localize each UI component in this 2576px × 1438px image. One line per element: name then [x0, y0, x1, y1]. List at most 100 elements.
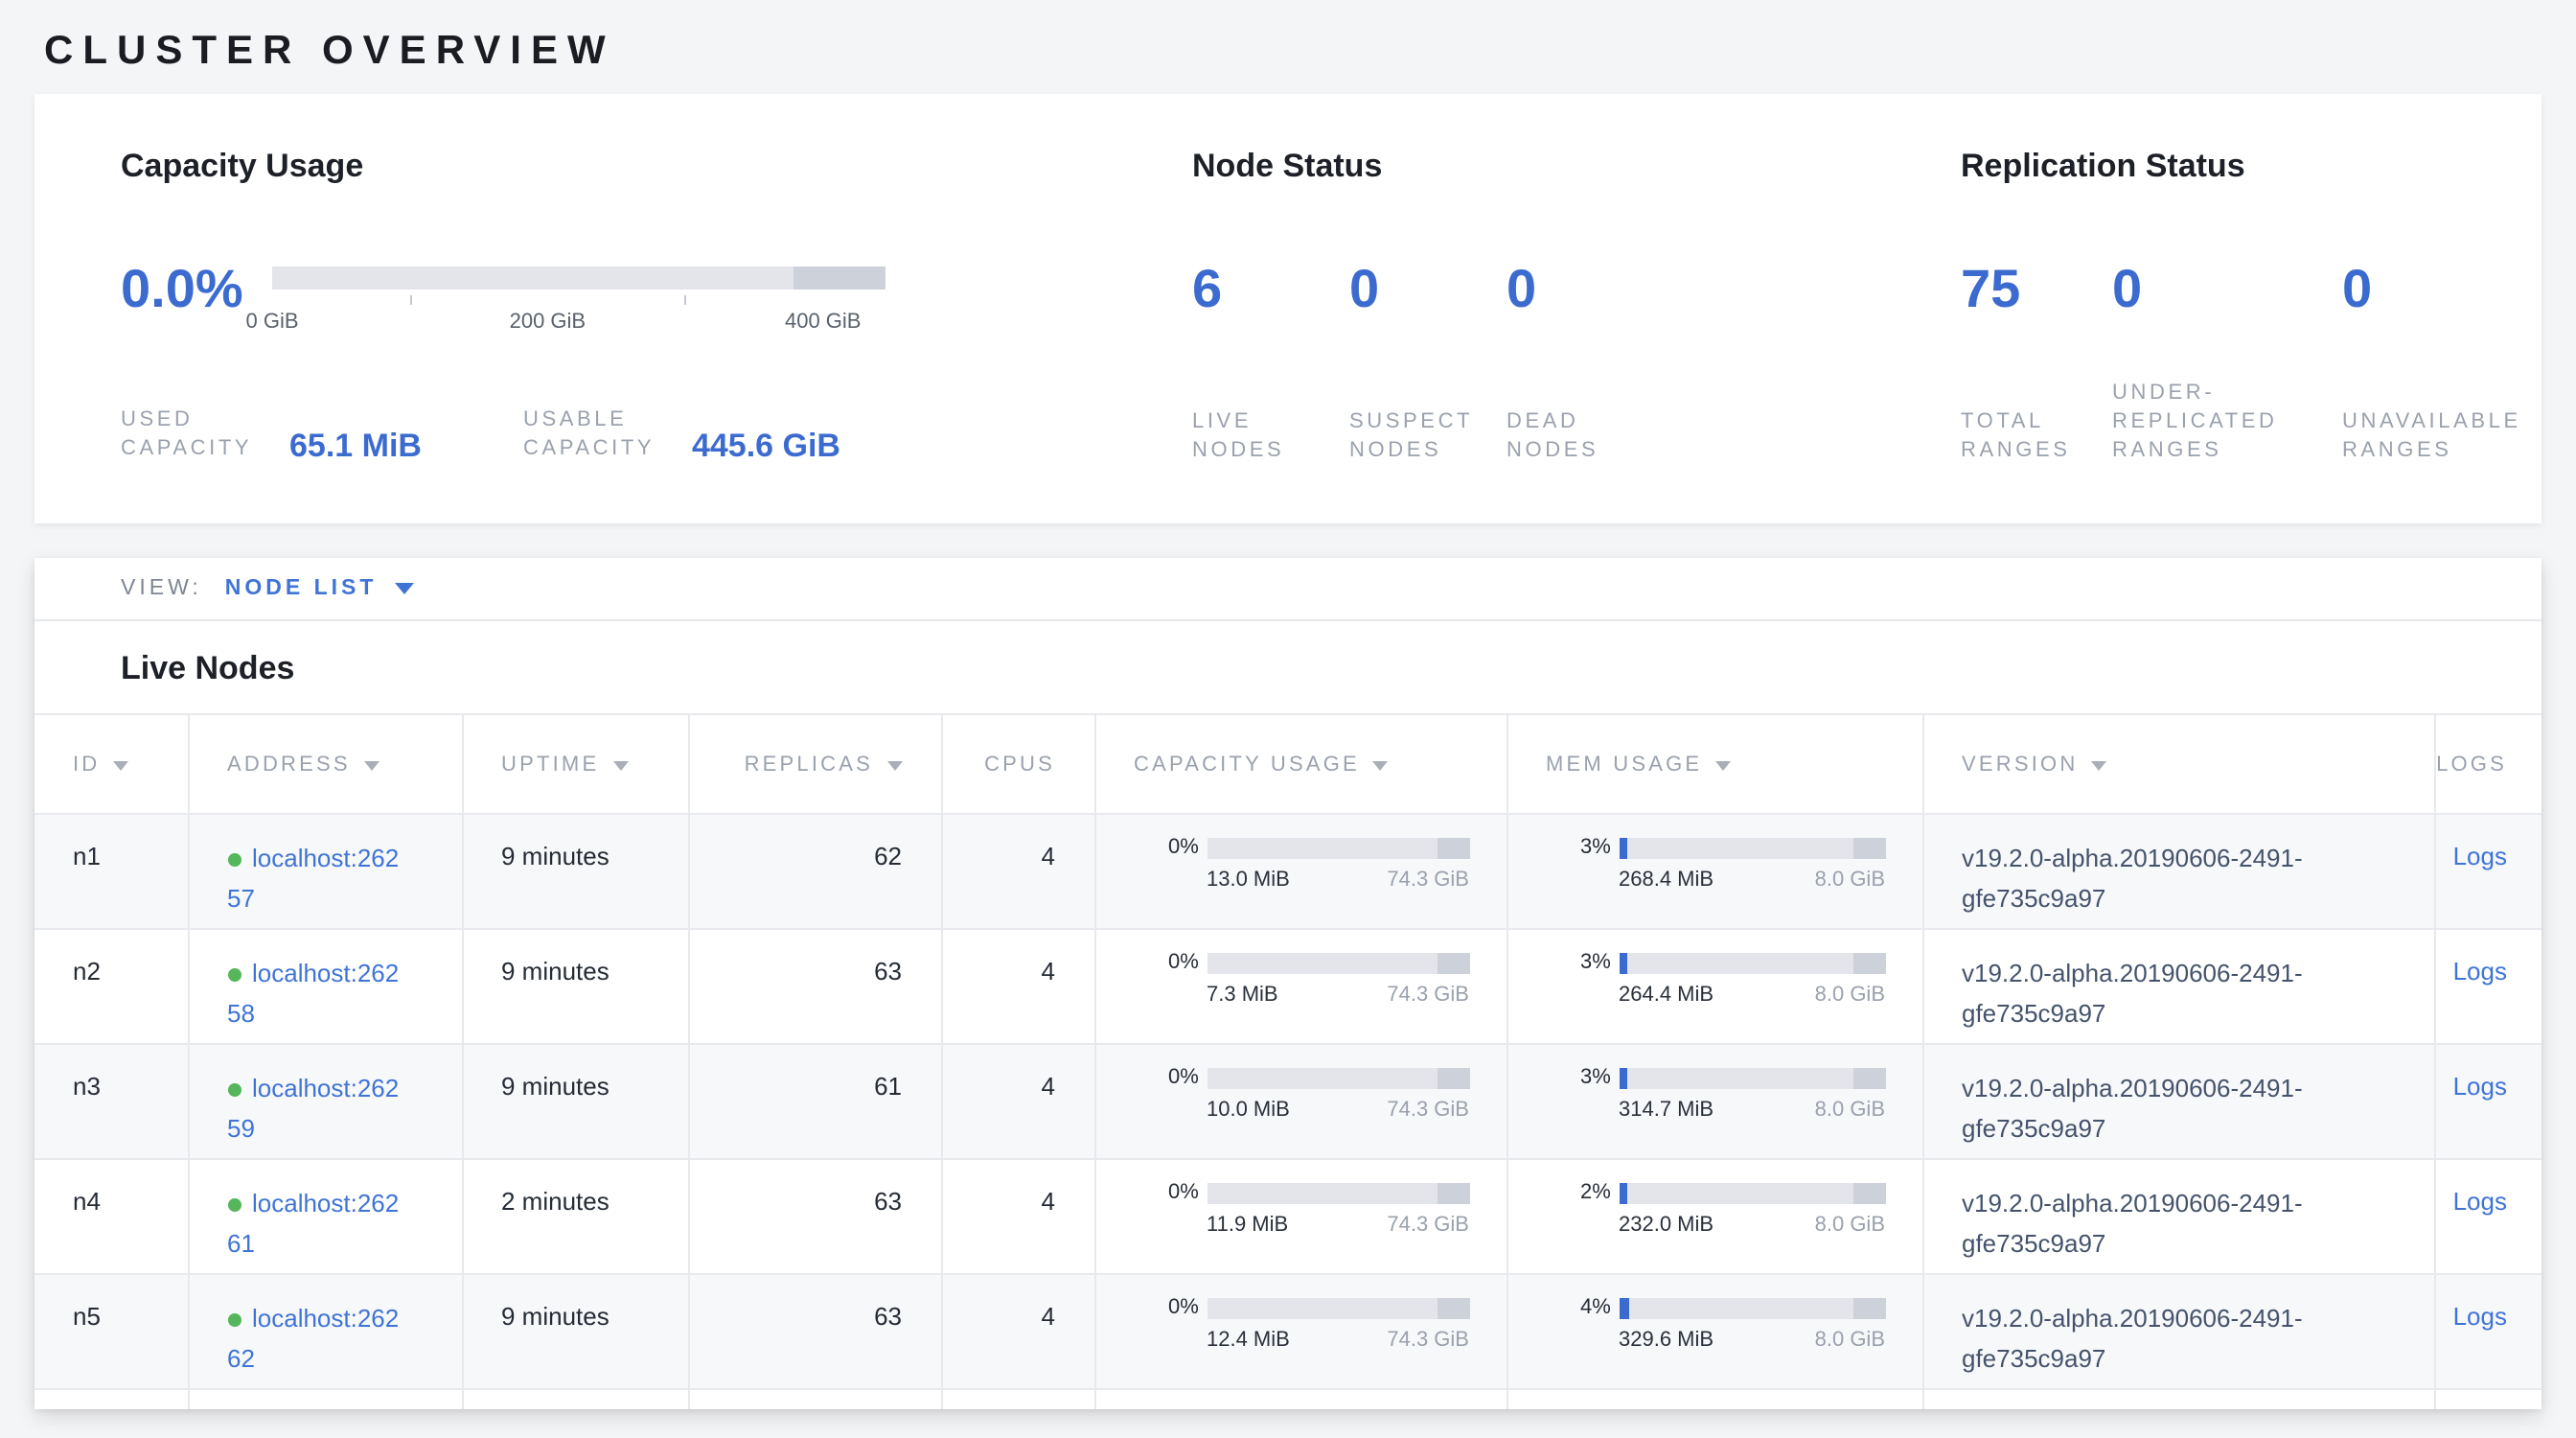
capacity-usage-meter: 0% 11.9 MiB74.3 GiB: [1094, 1159, 1506, 1274]
node-address-link[interactable]: localhost:26257: [227, 844, 399, 913]
live-status-dot: [227, 968, 241, 982]
node-address-link[interactable]: localhost:26261: [227, 1189, 399, 1258]
axis-tick-label: 200 GiB: [510, 311, 586, 334]
column-header-capacity-usage[interactable]: CAPACITY USAGE: [1094, 714, 1506, 814]
capacity-bar-cap-segment: [1438, 1068, 1469, 1089]
page: CLUSTER OVERVIEW Capacity Usage 0.0% 0 G…: [0, 0, 2576, 1438]
live-nodes-value: 6: [1192, 259, 1349, 320]
capacity-bar-track: [272, 267, 886, 290]
capacity-bar-track: [1207, 953, 1469, 974]
mem-bar-cap-segment: [1853, 953, 1885, 974]
sort-desc-icon: [2091, 760, 2106, 770]
mem-bar-fill: [1619, 1183, 1626, 1204]
capacity-bar-cap-segment: [1438, 953, 1469, 974]
node-status-title: Node Status: [1192, 144, 1961, 190]
usable-capacity-value: 445.6 GiB: [692, 428, 840, 464]
replication-status-section: Replication Status 75 TOTAL RANGES 0 UND…: [1961, 144, 2542, 523]
mem-bar-cap-segment: [1853, 1298, 1885, 1319]
sort-desc-icon: [1373, 760, 1389, 770]
sort-desc-icon: [113, 760, 128, 770]
mem-bar-cap-segment: [1853, 1183, 1885, 1204]
live-nodes-card: VIEW: NODE LIST Live Nodes ID ADDRESS UP…: [34, 558, 2542, 1409]
capacity-bar-cap-segment: [794, 267, 886, 290]
logs-link[interactable]: Logs: [2453, 957, 2507, 986]
used-capacity-label: USED CAPACITY: [121, 406, 278, 464]
view-dropdown[interactable]: NODE LIST: [225, 577, 414, 600]
node-replicas: 62: [688, 814, 941, 929]
live-status-dot: [227, 1313, 241, 1327]
table-row: n3 localhost:26259 9 minutes 61 4 0% 10.…: [34, 1044, 2542, 1159]
node-uptime: 2 minutes: [462, 1159, 688, 1274]
logs-link[interactable]: Logs: [2453, 1187, 2507, 1216]
replication-status-title: Replication Status: [1961, 144, 2542, 190]
usable-capacity-stat: USABLE CAPACITY 445.6 GiB: [523, 406, 840, 464]
node-uptime: 9 minutes: [462, 814, 688, 929]
table-row: n4 localhost:26261 2 minutes 63 4 0% 11.…: [34, 1159, 2542, 1274]
node-address-link[interactable]: localhost:26258: [227, 959, 399, 1028]
sort-desc-icon: [364, 760, 380, 770]
live-status-dot: [227, 1083, 241, 1097]
mem-bar-fill: [1619, 953, 1626, 974]
capacity-axis-bar: 0 GiB 200 GiB 400 GiB: [272, 267, 886, 290]
sort-desc-icon: [1715, 760, 1731, 770]
node-version: v19.2.0-alpha.20190606-2491-gfe735c9a97: [1922, 1274, 2434, 1389]
logs-link[interactable]: Logs: [2453, 1302, 2507, 1331]
node-replicas: 63: [688, 929, 941, 1044]
suspect-nodes-value: 0: [1349, 259, 1506, 320]
column-header-address[interactable]: ADDRESS: [188, 714, 462, 814]
sort-desc-icon: [612, 760, 628, 770]
mem-bar-fill: [1619, 838, 1626, 859]
column-header-id[interactable]: ID: [34, 714, 188, 814]
capacity-usage-meter: 0% 7.3 MiB74.3 GiB: [1094, 929, 1506, 1044]
node-replicas: 63: [688, 1274, 941, 1389]
chevron-down-icon: [394, 583, 413, 594]
node-version: v19.2.0-alpha.20190606-2491-gfe735c9a97: [1922, 1044, 2434, 1159]
table-row: n2 localhost:26258 9 minutes 63 4 0% 7.3…: [34, 929, 2542, 1044]
unavailable-ranges-label: UNAVAILABLE RANGES: [2342, 408, 2465, 466]
mem-bar-track: [1619, 1183, 1885, 1204]
total-ranges-label: TOTAL RANGES: [1961, 408, 2083, 466]
stat-total-ranges: 75 TOTAL RANGES: [1961, 259, 2112, 466]
capacity-usage-meter: 0% 13.0 MiB74.3 GiB: [1094, 814, 1506, 929]
logs-link[interactable]: Logs: [2453, 1072, 2507, 1101]
node-replicas: 61: [688, 1044, 941, 1159]
used-capacity-value: 65.1 MiB: [289, 428, 422, 464]
node-address-link[interactable]: localhost:26259: [227, 1074, 399, 1143]
view-dropdown-value: NODE LIST: [225, 577, 378, 600]
node-uptime: 9 minutes: [462, 1274, 688, 1389]
column-header-version[interactable]: VERSION: [1922, 714, 2434, 814]
axis-tick-label: 400 GiB: [785, 311, 862, 334]
node-cpus: 4: [941, 1159, 1094, 1274]
column-header-replicas[interactable]: REPLICAS: [688, 714, 941, 814]
node-uptime: 9 minutes: [462, 1044, 688, 1159]
node-uptime: 9 minutes: [462, 929, 688, 1044]
node-cpus: 4: [941, 1274, 1094, 1389]
mem-usage-meter: 4% 329.6 MiB8.0 GiB: [1506, 1274, 1922, 1389]
mem-usage-meter: 3% 268.4 MiB8.0 GiB: [1506, 814, 1922, 929]
node-id: n4: [34, 1159, 188, 1274]
logs-link[interactable]: Logs: [2453, 842, 2507, 870]
capacity-bar-cap-segment: [1438, 838, 1469, 859]
mem-bar-track: [1619, 838, 1885, 859]
mem-usage-meter: 3% 314.7 MiB8.0 GiB: [1506, 1044, 1922, 1159]
stat-dead-nodes: 0 DEAD NODES: [1506, 259, 1629, 466]
node-address-link[interactable]: localhost:26262: [227, 1304, 399, 1373]
mem-bar-fill: [1619, 1068, 1626, 1089]
node-replicas: 63: [688, 1159, 941, 1274]
node-id: n5: [34, 1274, 188, 1389]
axis-tick: [409, 295, 411, 305]
summary-card: Capacity Usage 0.0% 0 GiB 200 GiB 400 Gi…: [34, 94, 2542, 523]
live-nodes-table: ID ADDRESS UPTIME REPLICAS CPUS CAPACITY…: [34, 713, 2542, 1409]
column-header-uptime[interactable]: UPTIME: [462, 714, 688, 814]
node-version: v19.2.0-alpha.20190606-2491-gfe735c9a97: [1922, 929, 2434, 1044]
table-header-row: ID ADDRESS UPTIME REPLICAS CPUS CAPACITY…: [34, 714, 2542, 814]
capacity-bar-track: [1207, 1298, 1469, 1319]
page-title: CLUSTER OVERVIEW: [0, 0, 2576, 77]
column-header-logs: LOGS: [2434, 714, 2542, 814]
node-version: v19.2.0-alpha.20190606-2491-gfe735c9a97: [1922, 1159, 2434, 1274]
column-header-mem-usage[interactable]: MEM USAGE: [1506, 714, 1922, 814]
live-nodes-label: LIVE NODES: [1192, 408, 1315, 466]
usable-capacity-label: USABLE CAPACITY: [523, 406, 680, 464]
mem-bar-track: [1619, 1068, 1885, 1089]
dead-nodes-value: 0: [1506, 259, 1629, 320]
